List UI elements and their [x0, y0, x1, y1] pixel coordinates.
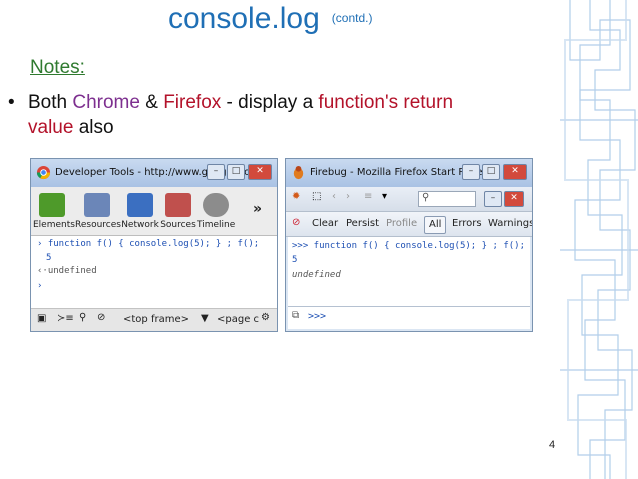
chevron-down-icon[interactable]: ▼ — [201, 313, 209, 324]
dock-icon[interactable]: ▣ — [37, 313, 46, 324]
chevron-down-icon[interactable]: ▾ — [382, 191, 387, 202]
chrome-toolbar: Elements Resources Network Sources Timel… — [31, 187, 277, 236]
tab-elements[interactable]: Elements — [33, 193, 75, 230]
network-icon — [127, 193, 153, 217]
console-return-line: ‹·undefined — [37, 266, 97, 276]
clear-button[interactable]: Clear — [308, 216, 342, 232]
firebug-close-button[interactable]: ✕ — [504, 191, 524, 207]
expand-icon[interactable]: ⧉ — [292, 310, 299, 321]
timeline-icon — [203, 193, 229, 217]
console-output-line: 5 — [292, 255, 298, 265]
clear-icon[interactable]: ⊘ — [97, 312, 105, 323]
inspect-icon[interactable]: ⬚ — [312, 191, 321, 202]
tab-timeline[interactable]: Timeline — [197, 193, 235, 230]
chrome-devtools-screenshot: Developer Tools - http://www.google.co.i… — [30, 158, 278, 332]
console-prompt[interactable]: › — [37, 281, 42, 291]
frame-select[interactable]: <top frame> — [123, 314, 189, 325]
tab-network[interactable]: Network — [121, 193, 159, 230]
close-button[interactable]: ✕ — [248, 164, 272, 180]
minimize-button[interactable]: – — [207, 164, 225, 180]
search-icon[interactable]: ⚲ — [79, 312, 86, 323]
forward-icon[interactable]: › — [346, 191, 350, 202]
chrome-icon — [36, 165, 51, 180]
firebug-minimize-button[interactable]: – — [484, 191, 502, 207]
firebug-menu-icon[interactable]: ✹ — [292, 191, 300, 202]
firebug-console-icon[interactable]: ⊘ — [292, 217, 300, 228]
maximize-button[interactable]: □ — [482, 164, 500, 180]
gear-icon[interactable]: ⚙ — [261, 312, 270, 323]
tab-sources[interactable]: Sources — [159, 193, 197, 230]
resources-icon — [84, 193, 110, 217]
sources-icon — [165, 193, 191, 217]
errors-button[interactable]: Errors — [448, 216, 486, 232]
elements-icon — [39, 193, 65, 217]
bullet-dot: • — [8, 92, 15, 113]
firebug-screenshot: Firebug - Mozilla Firefox Start Page – □… — [285, 158, 533, 332]
console-output-line: 5 — [46, 253, 52, 263]
more-tabs-button[interactable]: » — [253, 201, 262, 217]
chrome-title-bar: Developer Tools - http://www.google.co.i… — [31, 159, 277, 187]
decorative-pattern — [560, 0, 638, 479]
back-icon[interactable]: ‹ — [332, 191, 336, 202]
tab-resources[interactable]: Resources — [75, 193, 121, 230]
title-suffix: (contd.) — [331, 11, 373, 25]
profile-button[interactable]: Profile — [382, 216, 421, 232]
search-icon[interactable]: ⚲ — [422, 192, 429, 203]
console-input-line: >>> function f() { console.log(5); } ; f… — [292, 241, 525, 251]
firebug-nav-bar: ✹ ⬚ ‹ › ≡ ▾ ⚲ – ✕ — [286, 187, 532, 212]
firebug-command-line[interactable]: >>> ⧉ — [288, 306, 530, 329]
console-toggle-icon[interactable]: ≻≡ — [57, 313, 74, 324]
all-button[interactable]: All — [424, 216, 447, 234]
bullet-text: Both Chrome & Firefox - display a functi… — [28, 92, 454, 138]
console-return-line: undefined — [292, 270, 341, 280]
firebug-console: >>> function f() { console.log(5); } ; f… — [288, 237, 530, 307]
firebug-title-bar: Firebug - Mozilla Firefox Start Page – □… — [286, 159, 532, 187]
page-number: 4 — [549, 439, 556, 451]
console-input-line: › function f() { console.log(5); } ; f()… — [37, 239, 260, 249]
warnings-button[interactable]: Warnings — [484, 216, 532, 232]
menu-icon[interactable]: ≡ — [364, 191, 372, 202]
close-button[interactable]: ✕ — [503, 164, 527, 180]
command-prompt: >>> — [308, 311, 327, 322]
minimize-button[interactable]: – — [462, 164, 480, 180]
firebug-icon — [293, 165, 304, 180]
chrome-status-bar: ▣ ≻≡ ⚲ ⊘ <top frame> ▼ <page c ⚙ — [31, 308, 277, 331]
firebug-console-toolbar: ⊘ Clear Persist Profile All Errors Warni… — [286, 212, 532, 237]
slide-title: console.log (contd.) — [168, 2, 373, 35]
persist-button[interactable]: Persist — [342, 216, 383, 232]
notes-label: Notes: — [30, 57, 85, 78]
chrome-console: › function f() { console.log(5); } ; f()… — [31, 236, 277, 310]
maximize-button[interactable]: □ — [227, 164, 245, 180]
firebug-window-title: Firebug - Mozilla Firefox Start Page — [310, 167, 483, 178]
page-select[interactable]: <page c — [217, 314, 259, 325]
